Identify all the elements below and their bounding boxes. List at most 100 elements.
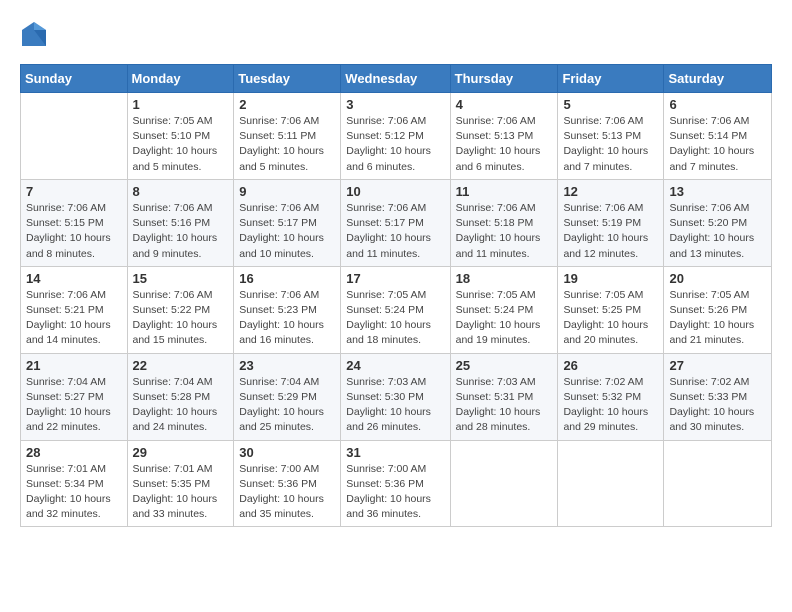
- day-number: 23: [239, 358, 335, 373]
- calendar-cell: 30Sunrise: 7:00 AM Sunset: 5:36 PM Dayli…: [234, 440, 341, 527]
- calendar-header-row: SundayMondayTuesdayWednesdayThursdayFrid…: [21, 65, 772, 93]
- calendar-cell: 5 Sunrise: 7:06 AM Sunset: 5:13 PM Daylig…: [558, 93, 664, 180]
- day-info: Sunrise: 7:06 AM Sunset: 5:17 PM Dayligh…: [239, 201, 335, 262]
- day-number: 4: [456, 97, 553, 112]
- calendar-cell: [21, 93, 128, 180]
- calendar-cell: 8 Sunrise: 7:06 AM Sunset: 5:16 PM Daylig…: [127, 179, 234, 266]
- day-number: 29: [133, 445, 229, 460]
- day-info: Sunrise: 7:01 AM Sunset: 5:35 PM Dayligh…: [133, 462, 229, 523]
- day-number: 14: [26, 271, 122, 286]
- column-header-sunday: Sunday: [21, 65, 128, 93]
- day-number: 2: [239, 97, 335, 112]
- day-number: 11: [456, 184, 553, 199]
- day-number: 28: [26, 445, 122, 460]
- day-number: 27: [669, 358, 766, 373]
- column-header-saturday: Saturday: [664, 65, 772, 93]
- day-number: 12: [563, 184, 658, 199]
- day-info: Sunrise: 7:00 AM Sunset: 5:36 PM Dayligh…: [346, 462, 444, 523]
- calendar-cell: 28 Sunrise: 7:01 AM Sunset: 5:34 PM Dayli…: [21, 440, 128, 527]
- day-number: 3: [346, 97, 444, 112]
- calendar-cell: 29 Sunrise: 7:01 AM Sunset: 5:35 PM Dayli…: [127, 440, 234, 527]
- calendar-cell: 21 Sunrise: 7:04 AM Sunset: 5:27 PM Dayli…: [21, 353, 128, 440]
- day-number: 21: [26, 358, 122, 373]
- day-number: 8: [133, 184, 229, 199]
- day-number: 5: [563, 97, 658, 112]
- calendar-cell: 27 Sunrise: 7:02 AM Sunset: 5:33 PM Dayli…: [664, 353, 772, 440]
- page-header: [20, 20, 772, 48]
- calendar-cell: 17Sunrise: 7:05 AM Sunset: 5:24 PM Dayli…: [341, 266, 450, 353]
- day-info: Sunrise: 7:04 AM Sunset: 5:28 PM Dayligh…: [133, 375, 229, 436]
- calendar-week-row: 21 Sunrise: 7:04 AM Sunset: 5:27 PM Dayli…: [21, 353, 772, 440]
- column-header-monday: Monday: [127, 65, 234, 93]
- day-info: Sunrise: 7:06 AM Sunset: 5:13 PM Dayligh…: [456, 114, 553, 175]
- logo: [20, 20, 50, 48]
- calendar-cell: 22Sunrise: 7:04 AM Sunset: 5:28 PM Dayli…: [127, 353, 234, 440]
- day-number: 26: [563, 358, 658, 373]
- day-number: 6: [669, 97, 766, 112]
- logo-icon: [20, 20, 48, 48]
- day-number: 15: [133, 271, 229, 286]
- day-info: Sunrise: 7:06 AM Sunset: 5:17 PM Dayligh…: [346, 201, 444, 262]
- calendar-week-row: 7Sunrise: 7:06 AM Sunset: 5:15 PM Daylig…: [21, 179, 772, 266]
- calendar-week-row: 14 Sunrise: 7:06 AM Sunset: 5:21 PM Dayli…: [21, 266, 772, 353]
- calendar-cell: 11Sunrise: 7:06 AM Sunset: 5:18 PM Dayli…: [450, 179, 558, 266]
- day-info: Sunrise: 7:04 AM Sunset: 5:27 PM Dayligh…: [26, 375, 122, 436]
- calendar-cell: 16 Sunrise: 7:06 AM Sunset: 5:23 PM Dayli…: [234, 266, 341, 353]
- day-number: 17: [346, 271, 444, 286]
- calendar-cell: 10 Sunrise: 7:06 AM Sunset: 5:17 PM Dayli…: [341, 179, 450, 266]
- day-info: Sunrise: 7:06 AM Sunset: 5:22 PM Dayligh…: [133, 288, 229, 349]
- calendar-cell: 3 Sunrise: 7:06 AM Sunset: 5:12 PM Daylig…: [341, 93, 450, 180]
- day-number: 24: [346, 358, 444, 373]
- calendar-cell: 24 Sunrise: 7:03 AM Sunset: 5:30 PM Dayli…: [341, 353, 450, 440]
- calendar-cell: 9 Sunrise: 7:06 AM Sunset: 5:17 PM Daylig…: [234, 179, 341, 266]
- calendar-cell: 19 Sunrise: 7:05 AM Sunset: 5:25 PM Dayli…: [558, 266, 664, 353]
- calendar-week-row: 1 Sunrise: 7:05 AM Sunset: 5:10 PM Daylig…: [21, 93, 772, 180]
- calendar-cell: 14 Sunrise: 7:06 AM Sunset: 5:21 PM Dayli…: [21, 266, 128, 353]
- column-header-tuesday: Tuesday: [234, 65, 341, 93]
- calendar-cell: [558, 440, 664, 527]
- day-number: 25: [456, 358, 553, 373]
- calendar-cell: 7Sunrise: 7:06 AM Sunset: 5:15 PM Daylig…: [21, 179, 128, 266]
- day-info: Sunrise: 7:02 AM Sunset: 5:33 PM Dayligh…: [669, 375, 766, 436]
- column-header-thursday: Thursday: [450, 65, 558, 93]
- day-info: Sunrise: 7:05 AM Sunset: 5:10 PM Dayligh…: [133, 114, 229, 175]
- day-info: Sunrise: 7:03 AM Sunset: 5:30 PM Dayligh…: [346, 375, 444, 436]
- day-info: Sunrise: 7:01 AM Sunset: 5:34 PM Dayligh…: [26, 462, 122, 523]
- day-info: Sunrise: 7:06 AM Sunset: 5:20 PM Dayligh…: [669, 201, 766, 262]
- day-number: 20: [669, 271, 766, 286]
- day-info: Sunrise: 7:06 AM Sunset: 5:21 PM Dayligh…: [26, 288, 122, 349]
- day-number: 31: [346, 445, 444, 460]
- day-info: Sunrise: 7:06 AM Sunset: 5:14 PM Dayligh…: [669, 114, 766, 175]
- calendar-cell: 31 Sunrise: 7:00 AM Sunset: 5:36 PM Dayli…: [341, 440, 450, 527]
- calendar-cell: 4 Sunrise: 7:06 AM Sunset: 5:13 PM Daylig…: [450, 93, 558, 180]
- calendar-cell: 12 Sunrise: 7:06 AM Sunset: 5:19 PM Dayli…: [558, 179, 664, 266]
- calendar-cell: 26 Sunrise: 7:02 AM Sunset: 5:32 PM Dayli…: [558, 353, 664, 440]
- calendar-cell: 23Sunrise: 7:04 AM Sunset: 5:29 PM Dayli…: [234, 353, 341, 440]
- day-number: 1: [133, 97, 229, 112]
- calendar-cell: 13 Sunrise: 7:06 AM Sunset: 5:20 PM Dayli…: [664, 179, 772, 266]
- day-info: Sunrise: 7:06 AM Sunset: 5:13 PM Dayligh…: [563, 114, 658, 175]
- calendar-cell: [664, 440, 772, 527]
- calendar-cell: [450, 440, 558, 527]
- calendar-cell: 15 Sunrise: 7:06 AM Sunset: 5:22 PM Dayli…: [127, 266, 234, 353]
- day-number: 16: [239, 271, 335, 286]
- day-info: Sunrise: 7:06 AM Sunset: 5:16 PM Dayligh…: [133, 201, 229, 262]
- calendar-cell: 6 Sunrise: 7:06 AM Sunset: 5:14 PM Daylig…: [664, 93, 772, 180]
- day-number: 19: [563, 271, 658, 286]
- day-info: Sunrise: 7:06 AM Sunset: 5:11 PM Dayligh…: [239, 114, 335, 175]
- calendar-cell: 2 Sunrise: 7:06 AM Sunset: 5:11 PM Daylig…: [234, 93, 341, 180]
- day-info: Sunrise: 7:02 AM Sunset: 5:32 PM Dayligh…: [563, 375, 658, 436]
- day-info: Sunrise: 7:05 AM Sunset: 5:26 PM Dayligh…: [669, 288, 766, 349]
- day-number: 13: [669, 184, 766, 199]
- day-info: Sunrise: 7:05 AM Sunset: 5:25 PM Dayligh…: [563, 288, 658, 349]
- day-number: 10: [346, 184, 444, 199]
- day-info: Sunrise: 7:05 AM Sunset: 5:24 PM Dayligh…: [456, 288, 553, 349]
- day-number: 7: [26, 184, 122, 199]
- calendar-cell: 20 Sunrise: 7:05 AM Sunset: 5:26 PM Dayli…: [664, 266, 772, 353]
- day-info: Sunrise: 7:06 AM Sunset: 5:12 PM Dayligh…: [346, 114, 444, 175]
- day-info: Sunrise: 7:06 AM Sunset: 5:23 PM Dayligh…: [239, 288, 335, 349]
- day-number: 9: [239, 184, 335, 199]
- day-info: Sunrise: 7:06 AM Sunset: 5:19 PM Dayligh…: [563, 201, 658, 262]
- calendar-cell: 18Sunrise: 7:05 AM Sunset: 5:24 PM Dayli…: [450, 266, 558, 353]
- calendar-cell: 25Sunrise: 7:03 AM Sunset: 5:31 PM Dayli…: [450, 353, 558, 440]
